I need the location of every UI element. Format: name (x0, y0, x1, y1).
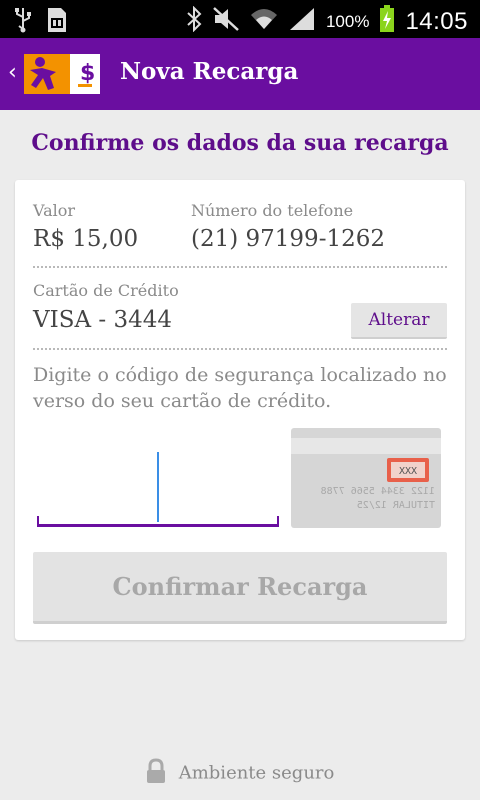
field-border (277, 516, 279, 526)
card-holder-fragment: TITULAR 12/25 (357, 500, 435, 511)
security-code-field[interactable] (37, 448, 279, 530)
secure-environment-footer: Ambiente seguro (0, 758, 480, 788)
action-bar: ‹ $ Nova Recarga (0, 38, 480, 110)
clock: 14:05 (405, 7, 468, 35)
divider (33, 266, 447, 268)
value-label: Valor (33, 201, 76, 220)
value-amount: R$ 15,00 (33, 226, 139, 252)
text-cursor (157, 452, 159, 522)
credit-card-value: VISA - 3444 (33, 307, 172, 333)
battery-charging-icon (379, 5, 395, 38)
chevron-left-icon[interactable]: ‹ (8, 60, 17, 85)
bluetooth-icon (186, 5, 202, 37)
svg-text:$: $ (80, 61, 95, 86)
screen-title: Nova Recarga (120, 58, 299, 85)
battery-percent: 100% (325, 11, 370, 31)
divider (33, 348, 447, 350)
secure-environment-text: Ambiente seguro (178, 762, 335, 784)
app-logo[interactable]: $ (24, 50, 102, 98)
signal-icon (288, 6, 316, 37)
security-code-instructions: Digite o código de segurança localizado … (33, 364, 447, 412)
credit-card-label: Cartão de Crédito (33, 281, 179, 300)
phone-label: Número do telefone (191, 201, 354, 220)
page-heading: Confirme os dados da sua recarga (31, 130, 449, 156)
sd-card-icon (46, 6, 68, 39)
lock-icon (146, 758, 166, 788)
recharge-summary-card: Valor R$ 15,00 Número do telefone (21) 9… (15, 180, 465, 640)
usb-icon (14, 7, 32, 38)
cvv-placeholder: XXX (399, 466, 417, 477)
mute-icon (212, 6, 240, 37)
change-card-button[interactable]: Alterar (351, 303, 447, 339)
phone-number: (21) 97199-1262 (191, 226, 385, 252)
card-number-fragment: 1122 3344 5566 7788 (321, 486, 435, 497)
field-border (37, 524, 279, 527)
status-bar: 100% 14:05 (0, 0, 480, 38)
wifi-icon (250, 7, 278, 36)
confirm-recharge-button[interactable]: Confirmar Recarga (33, 552, 447, 624)
card-back-illustration: XXX 1122 3344 5566 7788 TITULAR 12/25 (291, 428, 441, 528)
